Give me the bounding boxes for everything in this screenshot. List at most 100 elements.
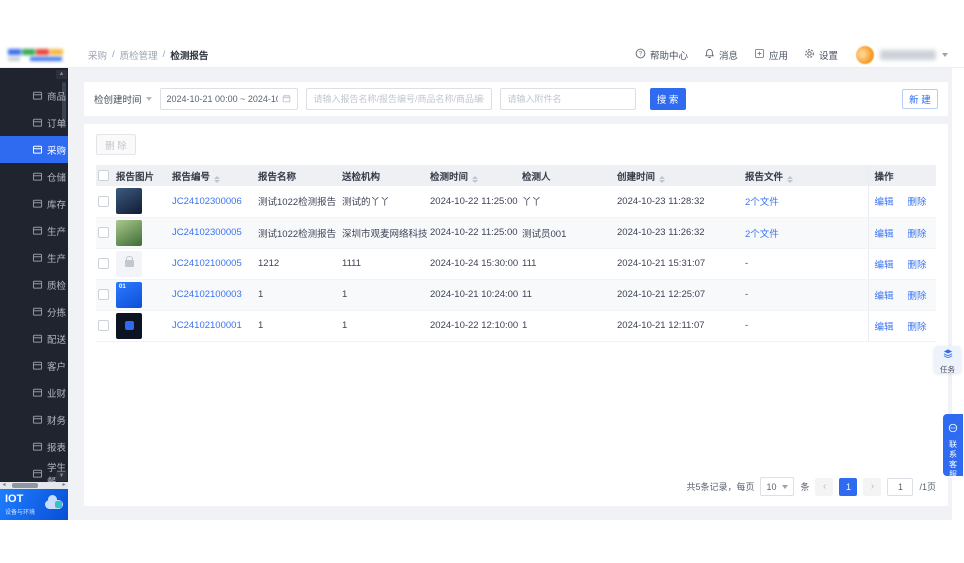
sidebar-scroll-down-arrow[interactable]: ▼ <box>56 472 67 481</box>
report-image-logo[interactable] <box>116 312 142 339</box>
new-button[interactable]: 新 建 <box>902 89 938 109</box>
breadcrumb-item: 检测报告 <box>170 50 209 62</box>
chevron-down-icon <box>942 52 948 57</box>
report-files[interactable]: 2个文件 <box>745 229 779 240</box>
chevron-down-icon <box>782 484 789 489</box>
report-number-link[interactable]: JC24102100003 <box>172 289 242 300</box>
user-menu[interactable] <box>856 45 948 64</box>
edit-link[interactable]: 编辑 <box>875 197 894 208</box>
sidebar-item-客户[interactable]: 客户 › <box>0 352 68 379</box>
tester: 111 <box>522 258 537 269</box>
column-header-报告名称: 报告名称 <box>258 165 342 186</box>
edit-link[interactable]: 编辑 <box>875 322 894 333</box>
nav-help-center[interactable]: ? 帮助中心 <box>635 48 688 62</box>
sidebar-item-生产[interactable]: 生产 › <box>0 244 68 271</box>
row-checkbox[interactable] <box>98 226 109 238</box>
column-header-报告编号[interactable]: 报告编号 <box>172 165 258 186</box>
delete-link[interactable]: 删除 <box>908 197 927 208</box>
sort-carets-icon[interactable] <box>472 175 479 183</box>
scroll-left-icon[interactable]: ◂ <box>0 482 8 489</box>
scroll-right-icon[interactable]: ▸ <box>60 482 68 489</box>
keyword-input[interactable] <box>305 88 492 110</box>
reports-table: 报告图片 报告编号 报告名称 送检机构 检测时间 检测人 创建时间 报告文件 操作 JC2410… <box>96 165 936 342</box>
page-1-button[interactable]: 1 <box>839 477 858 496</box>
edit-link[interactable]: 编辑 <box>875 260 894 271</box>
report-image-placeholder[interactable] <box>116 250 142 277</box>
task-widget[interactable]: 任务 <box>934 346 961 374</box>
sidebar-item-配送[interactable]: 配送 › <box>0 325 68 352</box>
report-number-link[interactable]: JC24102300006 <box>172 196 242 207</box>
sidebar-item-仓储[interactable]: 仓储 › <box>0 163 68 190</box>
page-size-select[interactable]: 10 <box>760 477 795 496</box>
column-header-报告文件[interactable]: 报告文件 <box>745 165 868 186</box>
sidebar-item-订单[interactable]: 订单 › <box>0 109 68 136</box>
sort-carets-icon[interactable] <box>214 175 221 183</box>
sorting-icon <box>32 306 43 317</box>
sidebar-item-质检[interactable]: 质检 › <box>0 271 68 298</box>
row-checkbox[interactable] <box>98 319 109 331</box>
delete-button[interactable]: 删 除 <box>96 134 136 155</box>
hscrollbar-thumb[interactable] <box>12 483 38 488</box>
report-image-cover[interactable]: 01 <box>116 281 142 308</box>
sort-carets-icon[interactable] <box>787 175 794 183</box>
row-checkbox[interactable] <box>98 257 109 269</box>
sidebar-hscrollbar[interactable]: ◂ ▸ <box>0 482 68 489</box>
report-image-portrait[interactable] <box>116 188 142 215</box>
test-time: 2024-10-22 11:25:00 <box>430 195 518 207</box>
page-size-value: 10 <box>766 481 777 492</box>
select-all-checkbox[interactable] <box>98 169 109 181</box>
delete-link[interactable]: 删除 <box>908 260 927 271</box>
app-logo[interactable] <box>8 48 70 61</box>
nav-apps[interactable]: 应用 <box>754 48 788 62</box>
date-field-selector[interactable]: 检创建时间 <box>94 92 142 106</box>
sidebar-item-业财[interactable]: 业财 › <box>0 379 68 406</box>
nav-messages[interactable]: 消息 <box>704 48 738 62</box>
next-page-button[interactable]: › <box>863 477 882 496</box>
attachment-input[interactable] <box>499 88 636 110</box>
avatar[interactable] <box>856 45 874 64</box>
delivery-icon <box>32 333 43 344</box>
report-number-link[interactable]: JC24102100005 <box>172 258 242 269</box>
nav-label: 消息 <box>718 50 738 62</box>
chevron-down-icon[interactable] <box>145 97 152 101</box>
goods-icon <box>32 90 43 101</box>
delete-link[interactable]: 删除 <box>908 291 927 302</box>
search-button[interactable]: 搜 索 <box>649 88 686 110</box>
created-time: 2024-10-23 11:28:32 <box>617 195 705 207</box>
report-image-illustration[interactable] <box>116 219 142 246</box>
report-number-link[interactable]: JC24102300005 <box>172 227 242 238</box>
nav-settings[interactable]: 设置 <box>804 48 838 62</box>
date-range-input[interactable]: 2024-10-21 00:00 ~ 2024-10-27 24:00 <box>159 88 298 110</box>
sidebar-item-商品[interactable]: 商品 › <box>0 82 68 109</box>
report-number-link[interactable]: JC24102100001 <box>172 320 242 331</box>
sidebar-item-采购[interactable]: 采购 › <box>0 136 68 163</box>
sort-carets-icon[interactable] <box>659 175 666 183</box>
column-header-创建时间[interactable]: 创建时间 <box>617 165 745 186</box>
page-jump-input[interactable]: 1 <box>887 477 914 496</box>
delete-link[interactable]: 删除 <box>908 322 927 333</box>
sidebar-scroll-up-arrow[interactable]: ▲ <box>56 70 67 79</box>
edit-link[interactable]: 编辑 <box>875 229 894 240</box>
breadcrumb-item[interactable]: 质检管理 <box>120 48 158 62</box>
customer-service-tab[interactable]: 联系客服 <box>943 414 963 479</box>
iot-banner[interactable]: IOT 设备与环境 <box>0 489 68 520</box>
edit-link[interactable]: 编辑 <box>875 291 894 302</box>
breadcrumb-item[interactable]: 采购 <box>88 48 107 62</box>
delete-link[interactable]: 删除 <box>908 229 927 240</box>
row-checkbox[interactable] <box>98 195 109 207</box>
date-range-value: 2024-10-21 00:00 ~ 2024-10-27 24:00 <box>166 94 278 104</box>
chevron-right-icon: › <box>62 307 65 316</box>
sidebar-item-报表[interactable]: 报表 › <box>0 433 68 460</box>
sidebar-item-生产[interactable]: 生产 › <box>0 217 68 244</box>
sidebar-item-分拣[interactable]: 分拣 › <box>0 298 68 325</box>
row-checkbox[interactable] <box>98 288 109 300</box>
report-files[interactable]: 2个文件 <box>745 197 779 208</box>
sidebar-item-财务[interactable]: 财务 › <box>0 406 68 433</box>
student-meal-icon <box>32 468 43 479</box>
apps-icon <box>754 48 765 62</box>
prev-page-button[interactable]: ‹ <box>815 477 834 496</box>
column-header-检测时间[interactable]: 检测时间 <box>430 165 522 186</box>
inspection-org: 1 <box>342 320 348 331</box>
created-time: 2024-10-23 11:26:32 <box>617 227 705 238</box>
sidebar-item-库存[interactable]: 库存 › <box>0 190 68 217</box>
